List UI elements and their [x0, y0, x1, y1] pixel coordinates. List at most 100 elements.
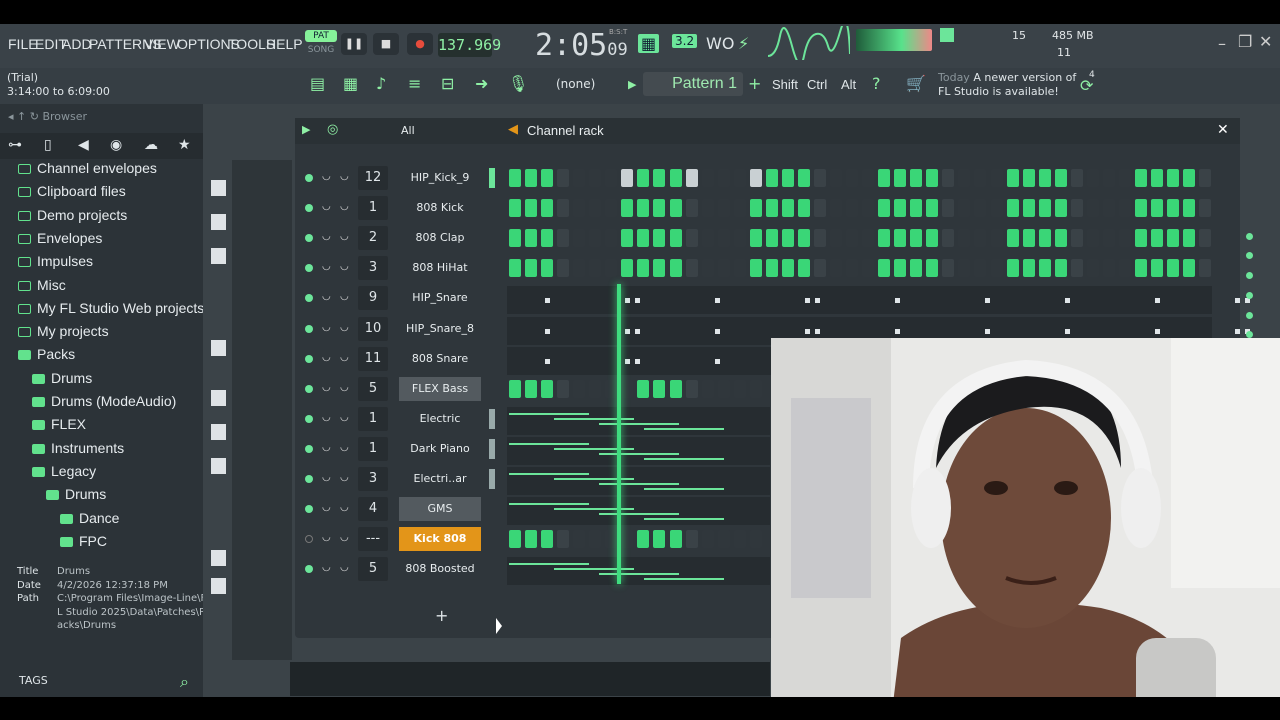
step-button[interactable] [797, 199, 810, 218]
step-button[interactable] [541, 199, 554, 218]
step-button[interactable] [1006, 229, 1019, 248]
step-button[interactable] [781, 199, 794, 218]
step-button[interactable] [1118, 229, 1131, 248]
plugin-icon[interactable]: ⊟ [441, 74, 454, 93]
tags-label[interactable]: TAGS [19, 674, 48, 687]
step-button[interactable] [637, 530, 650, 549]
volume-knob[interactable]: ◡ [322, 201, 332, 215]
browser-item[interactable]: Envelopes [18, 230, 102, 253]
channel-name-button[interactable]: HIP_Snare_8 [399, 316, 481, 341]
step-button[interactable] [749, 229, 762, 248]
step-button[interactable] [1183, 199, 1196, 218]
step-button[interactable] [1199, 169, 1212, 187]
channel-row[interactable]: ◡ ◡ 1 808 Kick [300, 196, 510, 221]
step-button[interactable] [749, 199, 762, 218]
browser-item[interactable]: Impulses [18, 253, 93, 276]
step-button[interactable] [830, 259, 842, 278]
volume-knob[interactable]: ◡ [322, 291, 332, 305]
step-button[interactable] [621, 379, 634, 398]
piano-roll-preview[interactable] [507, 467, 770, 495]
step-button[interactable] [653, 259, 666, 278]
step-button[interactable] [1118, 169, 1131, 187]
globe-tab-icon[interactable]: ◉ [110, 137, 122, 153]
menu-help[interactable]: HELP [266, 36, 303, 52]
step-button[interactable] [733, 530, 746, 549]
step-button[interactable] [990, 169, 1003, 187]
step-button[interactable] [525, 199, 538, 218]
step-button[interactable] [974, 259, 987, 278]
arrow-icon[interactable]: ➜ [475, 74, 488, 93]
piano-key[interactable] [211, 390, 226, 406]
browser-item[interactable]: My FL Studio Web projects [18, 300, 204, 323]
step-button[interactable] [669, 229, 682, 248]
step-button[interactable] [1199, 259, 1212, 278]
browser-item[interactable]: Instruments [32, 440, 124, 463]
volume-knob[interactable]: ◡ [322, 412, 332, 426]
step-button[interactable] [749, 169, 762, 187]
channel-name-button[interactable]: HIP_Kick_9 [399, 166, 481, 190]
step-button[interactable] [509, 530, 521, 549]
browser-item[interactable]: Drums [46, 486, 106, 509]
step-button[interactable] [669, 379, 682, 398]
channel-name-button[interactable]: 808 Clap [399, 226, 481, 251]
mixer-track-number[interactable]: 9 [358, 286, 388, 311]
piano-roll-preview[interactable] [507, 406, 770, 435]
step-button[interactable] [894, 259, 907, 278]
browser-item[interactable]: FLEX [32, 416, 86, 439]
pattern-selector[interactable]: Pattern 1 [643, 72, 743, 96]
rack-side-led[interactable] [1246, 331, 1253, 338]
step-button[interactable] [749, 530, 762, 549]
step-button[interactable] [669, 530, 682, 549]
step-button[interactable] [862, 229, 875, 248]
channel-name-button[interactable]: 808 HiHat [399, 256, 481, 281]
step-button[interactable] [878, 229, 891, 248]
step-button[interactable] [1070, 199, 1083, 218]
step-button[interactable] [1167, 199, 1180, 218]
channel-select-bar[interactable] [489, 469, 495, 489]
browser-item[interactable]: Clipboard files [18, 183, 126, 206]
channel-name-button[interactable]: GMS [399, 497, 481, 522]
snap-icon[interactable]: ⚡ [738, 34, 749, 53]
speaker-tab-icon[interactable]: ◀ [78, 137, 89, 153]
step-button[interactable] [637, 259, 650, 278]
channel-name-button[interactable]: Electri..ar Clean [399, 467, 481, 509]
channel-name-button[interactable]: Dark Piano [399, 436, 481, 461]
shift-key[interactable]: Shift [772, 77, 798, 92]
channel-mute-led[interactable] [305, 324, 313, 333]
volume-knob[interactable]: ◡ [322, 502, 332, 516]
step-button[interactable] [1183, 169, 1196, 187]
step-button[interactable] [557, 229, 570, 248]
step-button[interactable] [1134, 229, 1147, 248]
channel-name-button[interactable]: 808 Boosted [399, 557, 481, 582]
pan-knob[interactable]: ◡ [340, 442, 350, 456]
step-button[interactable] [813, 229, 826, 248]
step-button[interactable] [637, 169, 650, 187]
step-button[interactable] [685, 229, 698, 248]
maximize-icon[interactable]: ❐ [1238, 32, 1252, 51]
step-button[interactable] [701, 379, 714, 398]
channel-select-bar[interactable] [489, 168, 495, 188]
step-button[interactable] [1006, 259, 1019, 278]
step-button[interactable] [733, 199, 746, 218]
step-button[interactable] [653, 229, 666, 248]
mixer-track-number[interactable]: 4 [358, 497, 388, 522]
step-button[interactable] [830, 169, 842, 187]
mixer-track-number[interactable]: 12 [358, 166, 388, 190]
step-button[interactable] [781, 229, 794, 248]
step-button[interactable] [685, 259, 698, 278]
step-button[interactable] [846, 199, 859, 218]
step-button[interactable] [990, 229, 1003, 248]
step-button[interactable] [1070, 169, 1083, 187]
step-button[interactable] [797, 229, 810, 248]
channel-row[interactable]: ◡ ◡ 9 HIP_Snare [300, 286, 510, 311]
volume-knob[interactable]: ◡ [322, 472, 332, 486]
step-button[interactable] [1038, 259, 1051, 278]
step-button[interactable] [1006, 169, 1019, 187]
step-button[interactable] [1086, 199, 1099, 218]
pan-knob[interactable]: ◡ [340, 472, 350, 486]
step-button[interactable] [894, 199, 907, 218]
step-button[interactable] [1070, 229, 1083, 248]
piano-roll-preview[interactable] [507, 557, 770, 586]
step-button[interactable] [557, 259, 570, 278]
step-button[interactable] [1118, 259, 1131, 278]
